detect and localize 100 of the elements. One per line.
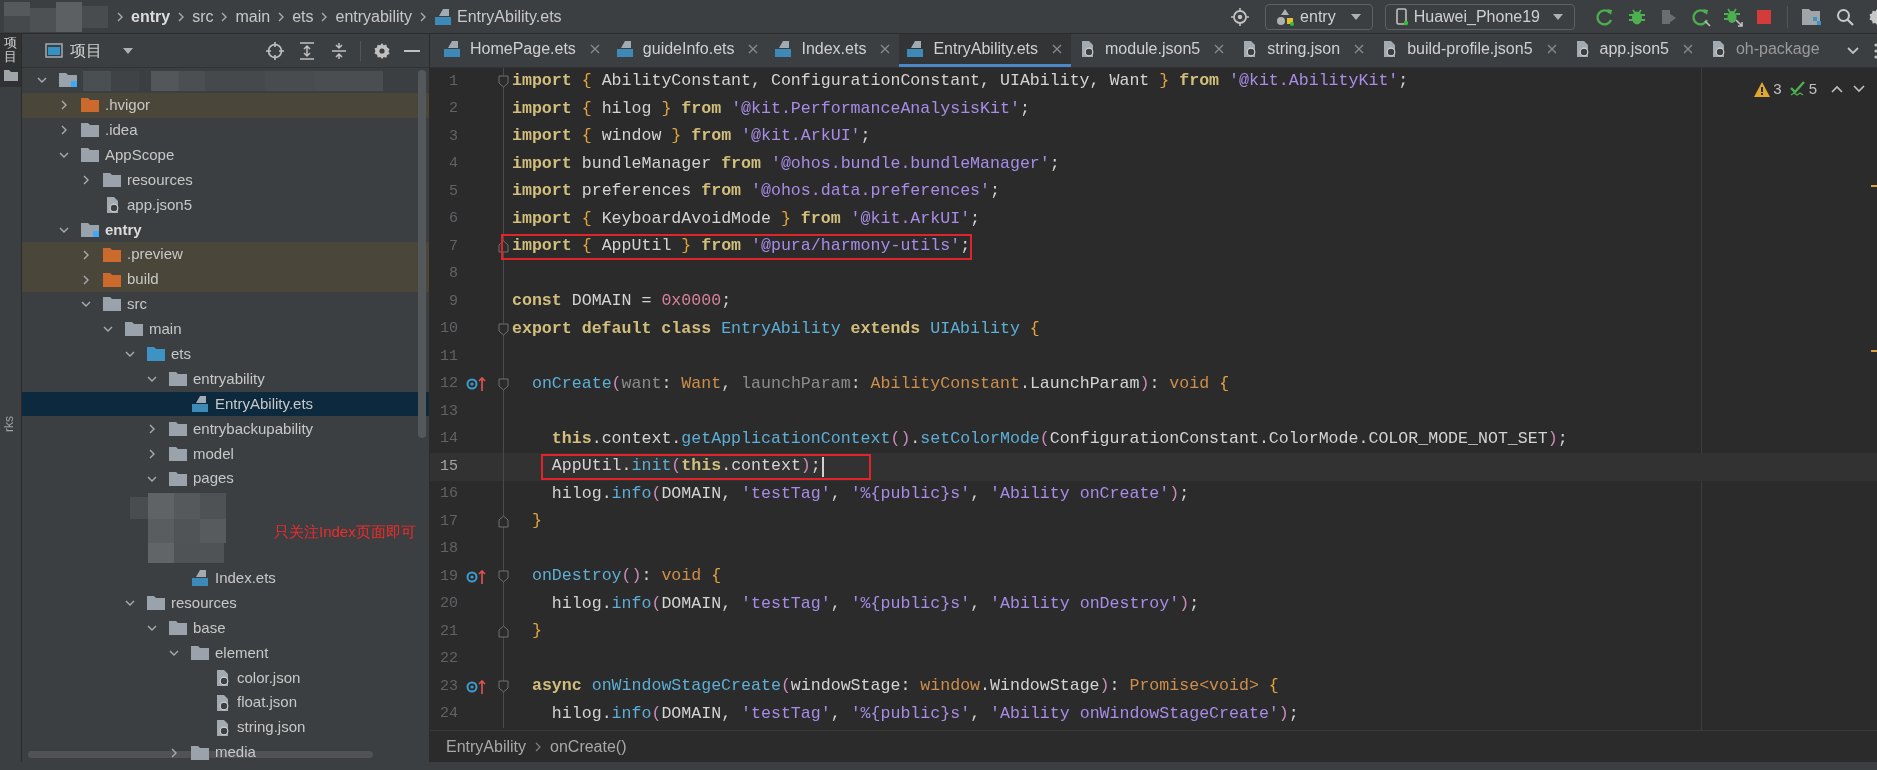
chevron-right-icon[interactable]	[147, 422, 157, 435]
tree-item[interactable]: AppScope	[22, 142, 429, 168]
breadcrumb-item[interactable]: entry	[131, 4, 171, 29]
settings-icon[interactable]	[373, 41, 391, 60]
line-number: 3	[448, 126, 458, 147]
fold-icon[interactable]	[498, 570, 509, 583]
tree-item[interactable]: Index.ets	[22, 565, 429, 591]
chevron-right-icon[interactable]	[59, 124, 69, 137]
tree-item[interactable]: base	[22, 615, 429, 641]
tree-item[interactable]: .preview	[22, 242, 429, 268]
fold-end-icon[interactable]	[498, 515, 509, 528]
editor-tab[interactable]: HomePage.ets	[436, 34, 609, 67]
chevron-right-icon[interactable]	[81, 248, 91, 261]
breadcrumb-item[interactable]: onCreate()	[550, 734, 627, 759]
editor-tab[interactable]: EntryAbility.ets	[899, 34, 1072, 67]
chevron-right-icon[interactable]	[81, 273, 91, 286]
expand-all-icon[interactable]	[299, 41, 315, 60]
debug-attach-icon[interactable]	[1723, 6, 1743, 27]
code-line: import { AbilityConstant, ConfigurationConstant, UIAbility, Want } from '@kit.AbilityKit';	[512, 70, 1409, 93]
rerun-icon[interactable]	[1595, 6, 1615, 27]
dropdown-caret-icon[interactable]	[122, 46, 134, 55]
tree-item[interactable]: app.json5	[22, 192, 429, 218]
line-number: 15	[439, 456, 458, 477]
tree-item[interactable]: build	[22, 267, 429, 292]
override-marker-icon[interactable]	[466, 375, 488, 394]
fold-icon[interactable]	[498, 322, 509, 336]
bookmarks-tool-tab[interactable]: rks	[0, 416, 21, 433]
close-icon[interactable]	[1052, 44, 1063, 54]
device-selector[interactable]: Huawei_Phone19	[1384, 3, 1575, 30]
previous-icon[interactable]	[1831, 85, 1843, 94]
close-icon[interactable]	[880, 44, 891, 54]
breadcrumb-item[interactable]: EntryAbility	[446, 734, 527, 759]
editor-tab[interactable]: oh-package	[1701, 34, 1829, 67]
project-structure-icon[interactable]	[1802, 7, 1822, 26]
fold-icon[interactable]	[498, 377, 509, 391]
close-icon[interactable]	[1546, 44, 1557, 54]
target-icon[interactable]	[1231, 7, 1250, 26]
tree-item[interactable]: EntryAbility.ets	[22, 391, 429, 417]
breadcrumb-item[interactable]: EntryAbility.ets	[456, 4, 562, 29]
chevron-right-icon[interactable]	[59, 99, 69, 112]
tree-item[interactable]: pages	[22, 466, 429, 492]
tree-item[interactable]: entrybackupability	[22, 416, 429, 442]
warning-count[interactable]: 3	[1773, 78, 1782, 101]
tree-item[interactable]: ets	[22, 341, 429, 367]
chevron-right-icon[interactable]	[147, 447, 157, 460]
editor-tab[interactable]: app.json5	[1565, 34, 1702, 67]
editor-tab[interactable]: Index.ets	[767, 34, 900, 67]
module-selector[interactable]: entry	[1265, 3, 1373, 30]
tree-item[interactable]: color.json	[22, 665, 429, 691]
tree-item[interactable]: media	[22, 740, 429, 762]
fold-end-icon[interactable]	[498, 240, 509, 253]
tree-item[interactable]: float.json	[22, 690, 429, 716]
breadcrumb-item[interactable]: main	[235, 4, 271, 29]
tree-item[interactable]: string.json	[22, 715, 429, 741]
chevron-right-icon[interactable]	[169, 746, 179, 759]
tree-item[interactable]: entry	[22, 217, 429, 243]
editor-tab[interactable]: build-profile.json5	[1373, 34, 1566, 67]
editor-tab[interactable]: guideInfo.ets	[608, 34, 768, 67]
close-icon[interactable]	[1682, 44, 1693, 54]
folder-icon	[103, 272, 121, 287]
apply-changes-icon[interactable]	[1691, 6, 1711, 27]
code-line: hilog.info(DOMAIN, 'testTag', '%{public}s', 'Ability onWindowStageCreate');	[551, 702, 1299, 725]
tree-item[interactable]: .hvigor	[22, 92, 429, 118]
line-number: 18	[439, 539, 458, 559]
tree-item[interactable]: element	[22, 640, 429, 666]
vertical-scrollbar[interactable]	[418, 70, 426, 438]
override-marker-icon[interactable]	[466, 677, 488, 696]
locate-icon[interactable]	[266, 41, 284, 60]
editor-tab[interactable]: module.json5	[1071, 34, 1234, 67]
tree-item[interactable]: entryability	[22, 366, 429, 392]
folder-icon	[191, 745, 209, 760]
tab-list-icon[interactable]	[1846, 45, 1860, 56]
more-icon[interactable]	[1874, 42, 1877, 59]
code-line: import { KeyboardAvoidMode } from '@kit.ArkUI';	[512, 207, 981, 230]
override-marker-icon[interactable]	[466, 567, 488, 586]
search-icon[interactable]	[1836, 7, 1854, 26]
tree-item[interactable]: resources	[22, 590, 429, 616]
warning-icon[interactable]	[1754, 81, 1771, 97]
check-icon[interactable]	[1789, 81, 1806, 98]
chevron-right-icon[interactable]	[81, 174, 91, 186]
close-icon[interactable]	[589, 44, 600, 54]
close-icon[interactable]	[1214, 44, 1225, 54]
tree-item[interactable]: main	[22, 316, 429, 342]
tree-item[interactable]: .idea	[22, 117, 429, 143]
tree-item[interactable]: resources	[22, 167, 429, 193]
close-icon[interactable]	[1354, 44, 1365, 54]
editor-tab[interactable]: string.json	[1233, 34, 1374, 67]
panel-title[interactable]: 项目	[70, 38, 102, 63]
breadcrumb-item[interactable]: entryability	[335, 4, 412, 29]
fold-icon[interactable]	[498, 680, 509, 693]
fold-icon[interactable]	[498, 75, 509, 88]
tree-item[interactable]: model	[22, 441, 429, 467]
breadcrumb-item[interactable]: src	[192, 4, 214, 29]
passed-count[interactable]: 5	[1808, 78, 1817, 101]
collapse-all-icon[interactable]	[331, 41, 347, 60]
next-icon[interactable]	[1853, 85, 1865, 94]
tree-item[interactable]: src	[22, 292, 429, 317]
fold-end-icon[interactable]	[498, 625, 509, 638]
close-icon[interactable]	[748, 44, 759, 54]
breadcrumb-item[interactable]: ets	[292, 4, 314, 29]
